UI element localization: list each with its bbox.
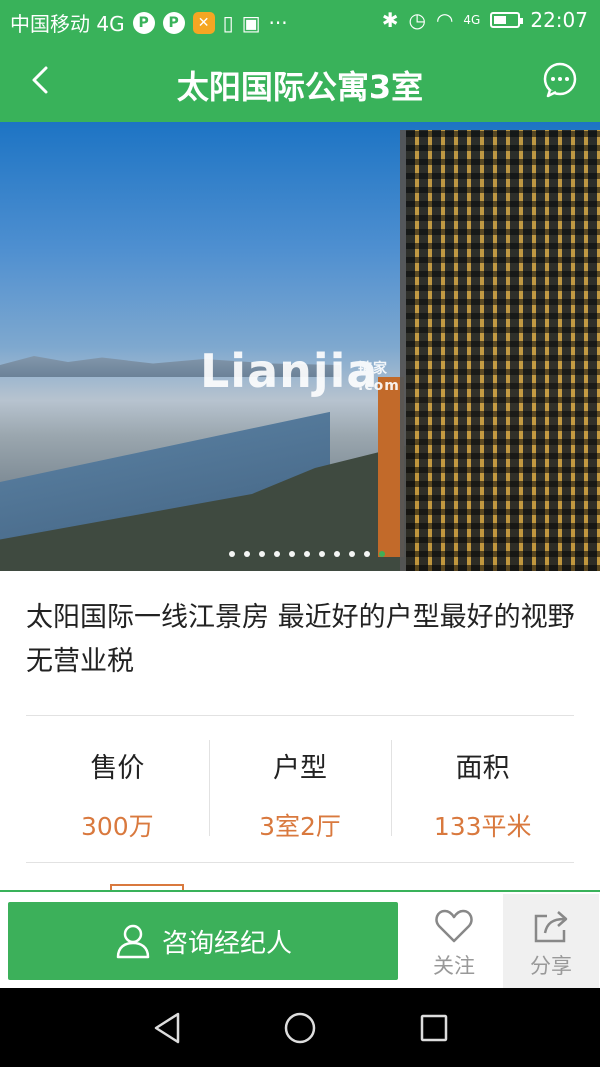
share-label: 分享 [530, 954, 572, 978]
page-title: 太阳国际公寓3室 [176, 68, 424, 106]
gallery-dot [349, 551, 355, 557]
stat-area: 面积 133平米 [391, 740, 574, 841]
gallery-dot [304, 551, 310, 557]
gallery-dot [229, 551, 235, 557]
battery-saver-icon: ▯ [222, 10, 234, 35]
carrier-label: 中国移动 4G [10, 12, 125, 36]
home-circle-icon[interactable] [282, 1010, 318, 1046]
gallery-dot [244, 551, 250, 557]
photo-gallery[interactable]: Lianjia 链家 .com [0, 122, 600, 571]
stat-value: 133平米 [433, 812, 532, 841]
alarm-icon: ◷ [408, 8, 426, 32]
watermark-logo: Lianjia 链家 .com [200, 344, 399, 398]
gallery-dot [289, 551, 295, 557]
p-icon: P [132, 11, 155, 34]
top-nav-bar: 太阳国际公寓3室 [0, 40, 600, 122]
stat-label: 售价 [90, 753, 145, 784]
consult-agent-button[interactable]: 咨询经纪人 [8, 902, 398, 980]
signal-icon: 4G [463, 13, 481, 27]
divider [26, 715, 574, 716]
gallery-dot [319, 551, 325, 557]
share-button[interactable]: 分享 [503, 894, 599, 988]
stat-value: 3室2厅 [259, 812, 341, 841]
gallery-dot [274, 551, 280, 557]
listing-headline: 太阳国际一线江景房 最近好的户型最好的视野无营业税 [26, 602, 575, 677]
follow-button[interactable]: 关注 [406, 894, 502, 988]
wifi-icon: ◠ [435, 8, 454, 32]
heart-icon [435, 909, 473, 943]
gallery-dot [259, 551, 265, 557]
gallery-dot [379, 551, 385, 557]
chevron-left-icon[interactable] [24, 62, 60, 98]
building [400, 130, 600, 571]
watermark-cn: 链家 .com [358, 361, 400, 394]
consult-label: 咨询经纪人 [161, 928, 292, 959]
listing-stats: 售价 300万 户型 3室2厅 面积 133平米 [26, 740, 574, 841]
more-icon: ··· [268, 10, 288, 35]
stat-price: 售价 300万 [26, 740, 209, 841]
app-icon: ✕ [192, 11, 215, 34]
recents-square-icon[interactable] [418, 1010, 450, 1046]
back-triangle-icon[interactable] [150, 1010, 184, 1046]
gallery-dot [334, 551, 340, 557]
bottom-action-bar: 咨询经纪人 关注 分享 [0, 890, 600, 988]
p-icon: P [162, 11, 185, 34]
stat-value: 300万 [80, 812, 154, 841]
battery-icon [490, 12, 524, 28]
stat-label: 面积 [455, 753, 510, 784]
system-navigation-bar [0, 988, 600, 1067]
gallery-dot [364, 551, 370, 557]
person-icon [116, 924, 150, 959]
status-bar: 中国移动 4G P P ✕ ▯ ▣ ··· ✱ ◷ ◠ 4G 22:07 [0, 0, 600, 40]
watermark-text: Lianjia [200, 344, 379, 398]
clock: 22:07 [530, 8, 588, 32]
bluetooth-icon: ✱ [381, 8, 399, 32]
gallery-page-indicator [229, 551, 385, 557]
follow-label: 关注 [433, 954, 475, 978]
chat-bubble-icon[interactable] [542, 62, 578, 98]
stat-layout: 户型 3室2厅 [208, 740, 392, 841]
share-icon [534, 911, 568, 943]
stat-label: 户型 [273, 753, 327, 784]
divider [26, 862, 574, 863]
image-icon: ▣ [241, 10, 261, 35]
